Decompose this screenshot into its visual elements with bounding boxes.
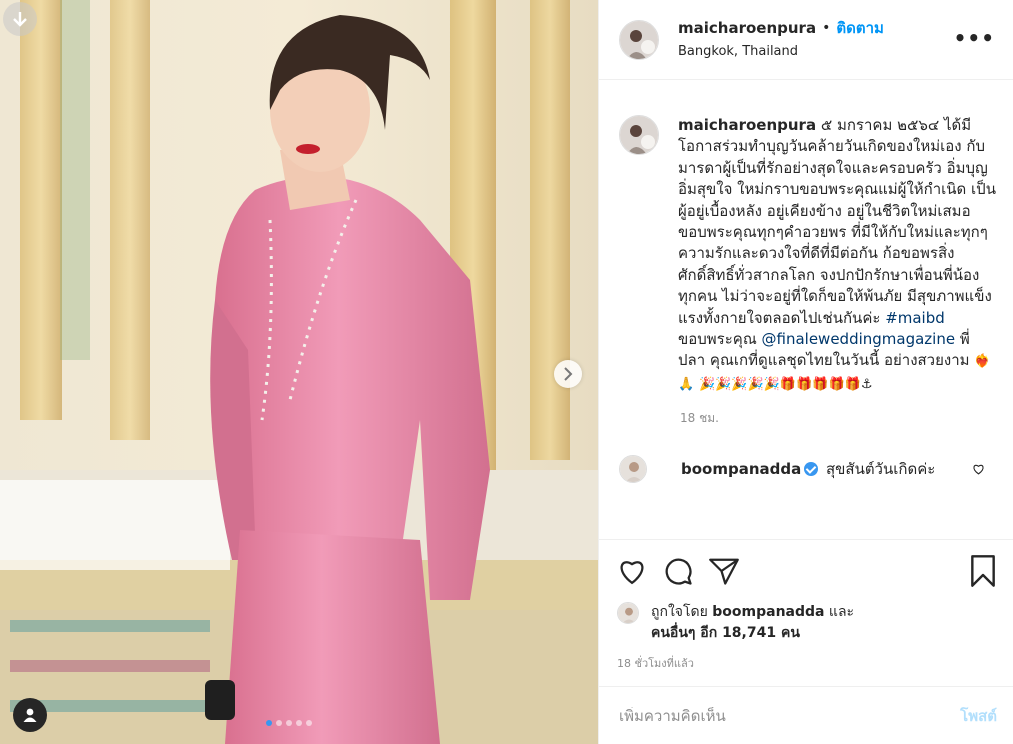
instagram-post-modal: maicharoenpura • ติดตาม Bangkok, Thailan… [0,0,1013,744]
comment-username[interactable]: boompanadda [681,460,801,478]
likes-others[interactable]: คนอื่นๆ อีก 18,741 คน [651,625,800,641]
bookmark-icon [971,555,995,587]
avatar[interactable] [619,455,647,484]
caption-text: maicharoenpura ๕ มกราคม ๒๕๖๔ ได้มีโอกาสร… [678,115,996,395]
likes-and: และ [824,604,855,620]
post-time[interactable]: 18 ชั่วโมงที่แล้ว [617,654,997,672]
follow-button[interactable]: ติดตาม [836,19,884,38]
post-comment-button[interactable]: โพสต์ [960,704,997,728]
avatar-image [620,20,658,59]
avatar[interactable] [619,19,659,60]
download-button[interactable] [3,2,37,36]
hashtag-link[interactable]: #maibd [885,309,945,327]
comment-button[interactable] [663,556,693,586]
like-button[interactable] [617,557,647,585]
post-side-panel: maicharoenpura • ติดตาม Bangkok, Thailan… [598,0,1013,744]
photo-scene [0,0,598,744]
caption-timestamp[interactable]: 18 ชม. [680,409,997,428]
emoji-text: 🎉🎉🎉🎉🎉🎁🎁🎁🎁🎁⚓ [698,376,873,392]
carousel-dot [296,720,302,726]
avatar[interactable] [617,602,639,624]
comment-item: boompanadda สุขสันต์วันเกิดค่ะ [619,455,997,484]
paper-plane-icon [709,558,739,585]
tagged-users-button[interactable] [13,698,47,732]
avatar-image [620,116,658,154]
likes-text[interactable]: ถูกใจโดย boompanadda และ คนอื่นๆ อีก 18,… [651,602,854,644]
avatar[interactable] [619,115,659,155]
heart-icon [620,561,644,585]
caption-body: ๕ มกราคม ๒๕๖๔ ได้มีโอกาสร่วมทำบุญวันคล้า… [678,116,996,327]
user-icon [23,708,37,722]
carousel-dot [306,720,312,726]
post-photo[interactable] [0,0,598,744]
arrow-down-icon [13,12,27,27]
mention-link[interactable]: @finaleweddingmagazine [762,330,956,348]
comment-input[interactable] [619,706,961,725]
comment-text: boompanadda สุขสันต์วันเกิดค่ะ [681,459,997,480]
heart-icon[interactable] [972,463,985,475]
carousel-indicator [266,720,312,726]
likes-user[interactable]: boompanadda [712,604,824,620]
comment-body: สุขสันต์วันเกิดค่ะ [821,459,936,478]
share-button[interactable] [709,557,739,585]
add-comment-bar: โพสต์ [599,686,1013,744]
next-photo-button[interactable] [554,360,582,388]
carousel-dot [286,720,292,726]
likes-summary: ถูกใจโดย boompanadda และ คนอื่นๆ อีก 18,… [617,602,997,644]
separator-dot: • [822,19,831,36]
post-header: maicharoenpura • ติดตาม Bangkok, Thailan… [599,0,1013,80]
likes-prefix: ถูกใจโดย [651,604,713,620]
verified-badge-icon [804,461,819,476]
comments-list[interactable]: maicharoenpura ๕ มกราคม ๒๕๖๔ ได้มีโอกาสร… [599,81,1013,539]
avatar-image [620,456,646,483]
caption-body: ขอบพระคุณ [678,330,762,349]
author-username[interactable]: maicharoenpura [678,19,816,38]
caption: maicharoenpura ๕ มกราคม ๒๕๖๔ ได้มีโอกาสร… [619,115,997,395]
comment-icon [665,558,692,585]
post-location[interactable]: Bangkok, Thailand [678,44,884,60]
save-button[interactable] [969,555,997,587]
carousel-dot [276,720,282,726]
chevron-right-icon [564,367,573,381]
carousel-dot [266,720,272,726]
post-actions: ถูกใจโดย boompanadda และ คนอื่นๆ อีก 18,… [599,539,1013,672]
caption-username[interactable]: maicharoenpura [678,116,816,134]
avatar-image [618,603,638,623]
